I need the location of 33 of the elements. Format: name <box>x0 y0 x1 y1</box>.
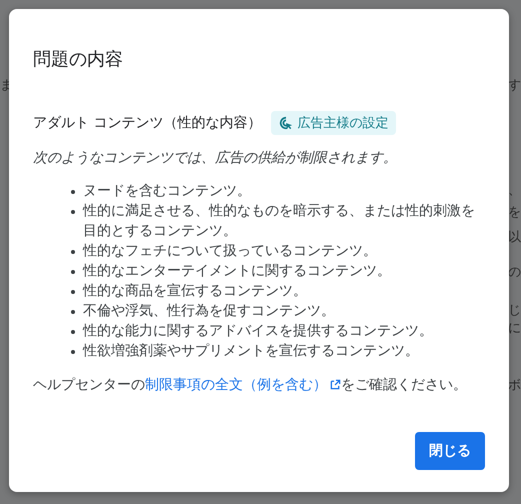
bullet-icon <box>71 190 75 194</box>
close-button[interactable]: 閉じる <box>415 432 485 470</box>
background-text: ボ <box>508 378 521 394</box>
background-text: じ <box>508 303 521 319</box>
list-item: 性的なフェチについて扱っているコンテンツ。 <box>83 242 378 261</box>
background-text: 、 <box>508 183 521 199</box>
intro-text: 次のようなコンテンツでは、広告の供給が制限されます。 <box>33 149 398 167</box>
bullet-icon <box>71 210 75 214</box>
background-text: 以 <box>508 230 521 246</box>
list-item: 性的に満足させる、性的なものを暗示する、または性的刺激を目的とするコンテンツ。 <box>83 202 476 241</box>
background-text: す <box>508 78 521 94</box>
policy-name: アダルト コンテンツ（性的な内容） <box>33 114 262 132</box>
external-link-icon <box>330 379 341 390</box>
background-text: を <box>508 205 521 221</box>
cursor-target-icon <box>279 116 294 130</box>
bullet-icon <box>71 270 75 274</box>
bullet-icon <box>71 350 75 354</box>
background-text: の <box>508 265 521 281</box>
dialog-title: 問題の内容 <box>33 48 124 72</box>
bullet-icon <box>71 250 75 254</box>
background-text: に <box>508 321 521 337</box>
help-text: ヘルプセンターの制限事項の全文（例を含む） をご確認ください。 <box>33 376 468 395</box>
list-item: 性的な商品を宣伝するコンテンツ。 <box>83 282 308 301</box>
bullet-icon <box>71 330 75 334</box>
list-item: 不倫や浮気、性行為を促すコンテンツ。 <box>83 302 336 321</box>
full-restrictions-link[interactable]: 制限事項の全文（例を含む） <box>145 377 341 393</box>
list-item: 性的な能力に関するアドバイスを提供するコンテンツ。 <box>83 322 434 341</box>
advertiser-setting-chip: 広告主様の設定 <box>271 111 396 135</box>
bullet-icon <box>71 290 75 294</box>
bullet-icon <box>71 310 75 314</box>
list-item: ヌードを含むコンテンツ。 <box>83 182 252 201</box>
list-item: 性的なエンターテイメントに関するコンテンツ。 <box>83 262 392 281</box>
list-item: 性欲増強剤薬やサプリメントを宣伝するコンテンツ。 <box>83 342 420 361</box>
